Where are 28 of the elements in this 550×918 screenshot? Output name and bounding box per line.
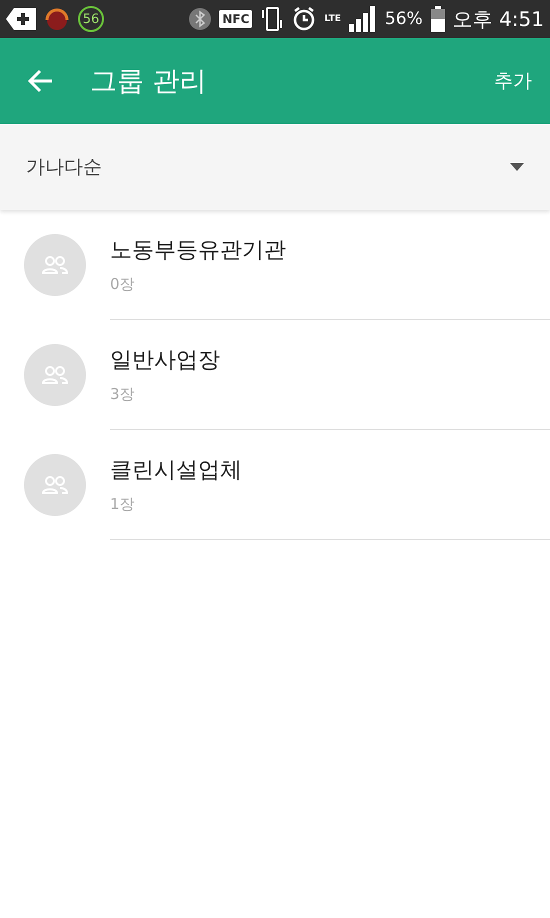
group-item[interactable]: 클린시설업체 1장 [110, 430, 550, 540]
nfc-indicator: NFC [219, 10, 252, 28]
plus-tag-icon [6, 8, 36, 30]
group-name: 클린시설업체 [110, 457, 243, 485]
clock: 오후 4:51 [452, 6, 544, 32]
headphones-icon [44, 6, 70, 32]
screen-title: 그룹 관리 [90, 65, 208, 99]
signal-icon [348, 6, 377, 32]
card-count: 0장 [110, 275, 136, 294]
battery-icon [430, 6, 445, 32]
people-icon [42, 255, 68, 275]
lte-indicator: LTE [324, 14, 341, 24]
vibrate-icon [260, 6, 284, 32]
battery-percent: 56% [384, 9, 423, 29]
people-icon [42, 365, 68, 385]
bluetooth-icon [189, 7, 212, 31]
people-icon [42, 475, 68, 495]
group-item[interactable]: 일반사업장 3장 [110, 320, 550, 430]
card-count: 1장 [110, 495, 136, 514]
card-count: 3장 [110, 385, 136, 404]
group-name: 일반사업장 [110, 347, 221, 375]
sort-dropdown[interactable]: 가나다순 [0, 124, 550, 210]
group-item[interactable]: 노동부등유관기관 0장 [110, 210, 550, 320]
counter-badge: 56 [78, 6, 104, 32]
back-button[interactable] [28, 69, 54, 93]
group-name: 노동부등유관기관 [110, 237, 287, 265]
alarm-icon [292, 6, 316, 32]
dropdown-arrow-icon [510, 163, 524, 171]
